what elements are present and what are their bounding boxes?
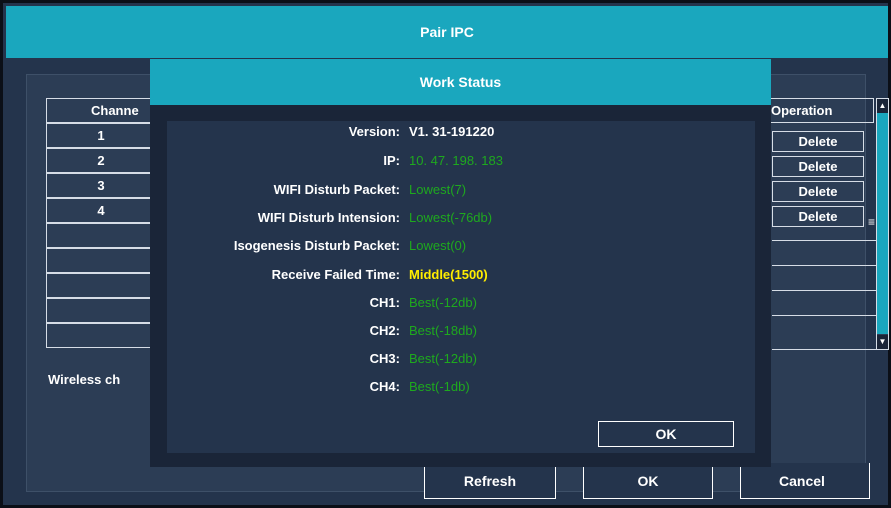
channel-cell-empty (46, 273, 156, 298)
table-row-divider (772, 349, 876, 350)
ch2-value: Best(-18db) (409, 323, 477, 338)
channel-column-header: Channe (46, 98, 156, 123)
work-status-ok-button[interactable]: OK (598, 421, 734, 447)
delete-button-3[interactable]: Delete (772, 181, 864, 202)
work-status-title-bar: Work Status (150, 59, 771, 105)
cancel-button[interactable]: Cancel (740, 463, 870, 499)
ip-value: 10. 47. 198. 183 (409, 153, 503, 168)
pair-ipc-title: Pair IPC (420, 24, 474, 40)
table-row-divider (772, 240, 876, 241)
channel-cell-2: 2 (46, 148, 156, 173)
ch1-value: Best(-12db) (409, 295, 477, 310)
work-status-body (167, 121, 755, 453)
channel-cell-3: 3 (46, 173, 156, 198)
channel-cell-4: 4 (46, 198, 156, 223)
work-status-dialog: Work Status (150, 59, 771, 467)
scroll-up-arrow-icon[interactable]: ▲ (877, 99, 888, 113)
table-row-divider (772, 290, 876, 291)
work-status-title: Work Status (419, 74, 502, 90)
version-label: Version: (348, 124, 400, 139)
isogenesis-disturb-packet-value: Lowest(0) (409, 238, 467, 253)
wifi-disturb-intension-label: WIFI Disturb Intension: (257, 210, 400, 225)
version-value: V1. 31-191220 (409, 124, 495, 139)
channel-cell-empty (46, 223, 156, 248)
scrollbar-grip-icon[interactable]: ≡ (868, 215, 882, 229)
wireless-channel-label: Wireless ch (48, 372, 121, 387)
operation-column-header: Operation (768, 98, 874, 123)
ch1-label: CH1: (369, 295, 400, 310)
delete-button-1[interactable]: Delete (772, 131, 864, 152)
channel-cell-empty (46, 298, 156, 323)
ch4-value: Best(-1db) (409, 379, 470, 394)
ch2-label: CH2: (369, 323, 400, 338)
channel-cell-1: 1 (46, 123, 156, 148)
receive-failed-time-label: Receive Failed Time: (271, 267, 400, 282)
delete-button-4[interactable]: Delete (772, 206, 864, 227)
channel-cell-empty (46, 323, 156, 348)
refresh-button[interactable]: Refresh (424, 463, 556, 499)
receive-failed-time-value: Middle(1500) (409, 267, 488, 282)
table-row-divider (772, 265, 876, 266)
table-row-divider (772, 315, 876, 316)
delete-button-2[interactable]: Delete (772, 156, 864, 177)
pair-ipc-title-bar: Pair IPC (6, 6, 888, 58)
scroll-down-arrow-icon[interactable]: ▼ (877, 335, 888, 349)
ch4-label: CH4: (369, 379, 400, 394)
wifi-disturb-packet-value: Lowest(7) (409, 182, 467, 197)
ch3-label: CH3: (369, 351, 400, 366)
channel-cell-empty (46, 248, 156, 273)
pair-ipc-ok-button[interactable]: OK (583, 463, 713, 499)
wifi-disturb-intension-value: Lowest(-76db) (409, 210, 493, 225)
ip-label: IP: (383, 153, 400, 168)
isogenesis-disturb-packet-label: Isogenesis Disturb Packet: (233, 238, 400, 253)
ch3-value: Best(-12db) (409, 351, 477, 366)
wifi-disturb-packet-label: WIFI Disturb Packet: (273, 182, 400, 197)
